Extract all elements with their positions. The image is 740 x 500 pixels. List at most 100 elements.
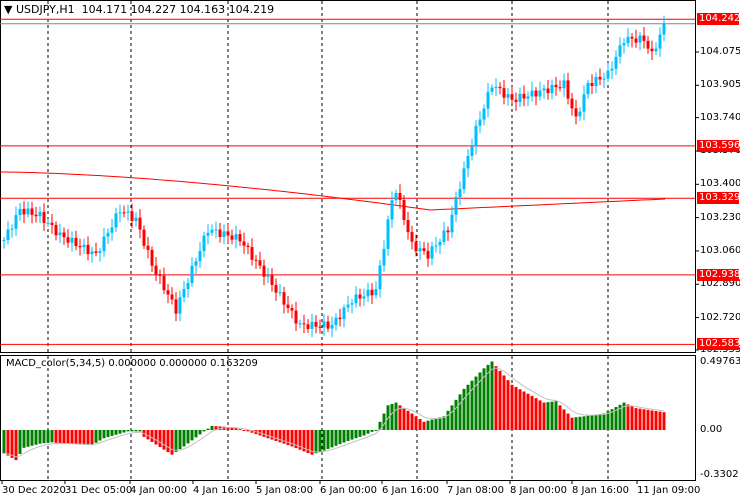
- macd-bar: [566, 413, 570, 430]
- candle-body: [346, 304, 350, 308]
- macd-bar: [346, 430, 350, 441]
- low-price: 104.163: [179, 3, 226, 16]
- candle-body: [10, 228, 14, 230]
- macd-bar: [34, 430, 38, 445]
- candle-body: [606, 70, 610, 79]
- candle-body: [150, 249, 154, 266]
- macd-bar: [418, 419, 422, 430]
- macd-bar: [606, 411, 610, 430]
- macd-bar: [106, 430, 110, 438]
- candle-body: [314, 321, 318, 327]
- candle-body: [622, 43, 626, 46]
- candle-body: [662, 23, 666, 35]
- macd-bar: [314, 430, 318, 454]
- candle-body: [582, 94, 586, 112]
- macd-bar: [590, 415, 594, 430]
- candle-body: [250, 247, 254, 260]
- candle-body: [274, 284, 278, 293]
- macd-bar: [242, 430, 246, 431]
- time-axis-label: 8 Jan 00:00: [510, 485, 567, 496]
- macd-bar: [414, 416, 418, 430]
- candle-body: [402, 199, 406, 221]
- macd-bar: [394, 402, 398, 430]
- candle-body: [502, 88, 506, 98]
- candle-body: [22, 208, 26, 215]
- candle-body: [206, 232, 210, 236]
- candle-body: [490, 87, 494, 92]
- macd-bar: [22, 430, 26, 448]
- candle-body: [106, 232, 110, 237]
- candle-body: [614, 56, 618, 69]
- macd-bar: [362, 430, 366, 436]
- chart-window: ▼ USDJPY,H1 104.171 104.227 104.163 104.…: [0, 0, 740, 500]
- candle-body: [6, 229, 10, 240]
- macd-bar: [110, 430, 114, 436]
- candle-body: [198, 250, 202, 262]
- candle-body: [558, 87, 562, 89]
- macd-bar: [38, 430, 42, 444]
- candle-body: [334, 317, 338, 326]
- candle-body: [74, 237, 78, 247]
- candle-body: [510, 94, 514, 100]
- candle-body: [562, 80, 566, 89]
- macd-bar: [194, 430, 198, 438]
- macd-bar: [534, 398, 538, 430]
- macd-bar: [350, 430, 354, 440]
- macd-bar: [198, 430, 202, 435]
- macd-bar: [502, 375, 506, 430]
- macd-axis-label: 0.497637: [700, 355, 740, 367]
- candle-body: [482, 108, 486, 120]
- time-axis-label: 30 Dec 2020: [2, 485, 66, 496]
- level-price-tag: 103.329: [697, 192, 740, 205]
- macd-bar: [46, 430, 50, 443]
- macd-bar: [542, 402, 546, 430]
- candle-body: [282, 292, 286, 305]
- macd-bar: [546, 402, 550, 430]
- macd-bar: [266, 430, 270, 439]
- candle-body: [598, 76, 602, 80]
- time-axis-label: 7 Jan 08:00: [447, 485, 504, 496]
- candle-body: [298, 323, 302, 325]
- candle-body: [570, 98, 574, 109]
- candle-body: [434, 245, 438, 247]
- macd-bar: [322, 430, 326, 451]
- macd-bar: [506, 380, 510, 430]
- macd-bar: [118, 430, 122, 434]
- macd-bar: [518, 389, 522, 430]
- open-price: 104.171: [81, 3, 128, 16]
- time-axis-label: 31 Dec 05:00: [65, 485, 133, 496]
- candle-body: [146, 245, 150, 250]
- macd-bar: [458, 394, 462, 430]
- macd-bar: [18, 430, 22, 454]
- candle-body: [546, 88, 550, 94]
- macd-bar: [30, 430, 34, 446]
- candle-body: [530, 90, 534, 97]
- candle-body: [186, 282, 190, 289]
- candle-body: [610, 68, 614, 71]
- candle-body: [330, 325, 334, 329]
- macd-bar: [454, 399, 458, 430]
- candle-body: [338, 317, 342, 320]
- candle-body: [542, 88, 546, 91]
- candle-body: [138, 217, 142, 230]
- candle-body: [462, 168, 466, 190]
- macd-bar: [6, 430, 10, 456]
- candle-body: [442, 230, 446, 242]
- candle-body: [426, 250, 430, 259]
- macd-bar: [582, 416, 586, 430]
- candle-body: [102, 236, 106, 252]
- candle-body: [62, 232, 66, 238]
- macd-bar: [466, 384, 470, 430]
- candle-body: [194, 261, 198, 266]
- candle-body: [226, 231, 230, 236]
- candle-body: [354, 294, 358, 304]
- macd-bar: [522, 391, 526, 430]
- macd-bar: [626, 404, 630, 430]
- candle-body: [2, 239, 6, 241]
- macd-bar: [2, 430, 6, 454]
- macd-bar: [494, 366, 498, 430]
- candle-body: [326, 321, 330, 329]
- macd-bar: [158, 430, 162, 448]
- candle-body: [646, 40, 650, 49]
- candle-body: [506, 94, 510, 98]
